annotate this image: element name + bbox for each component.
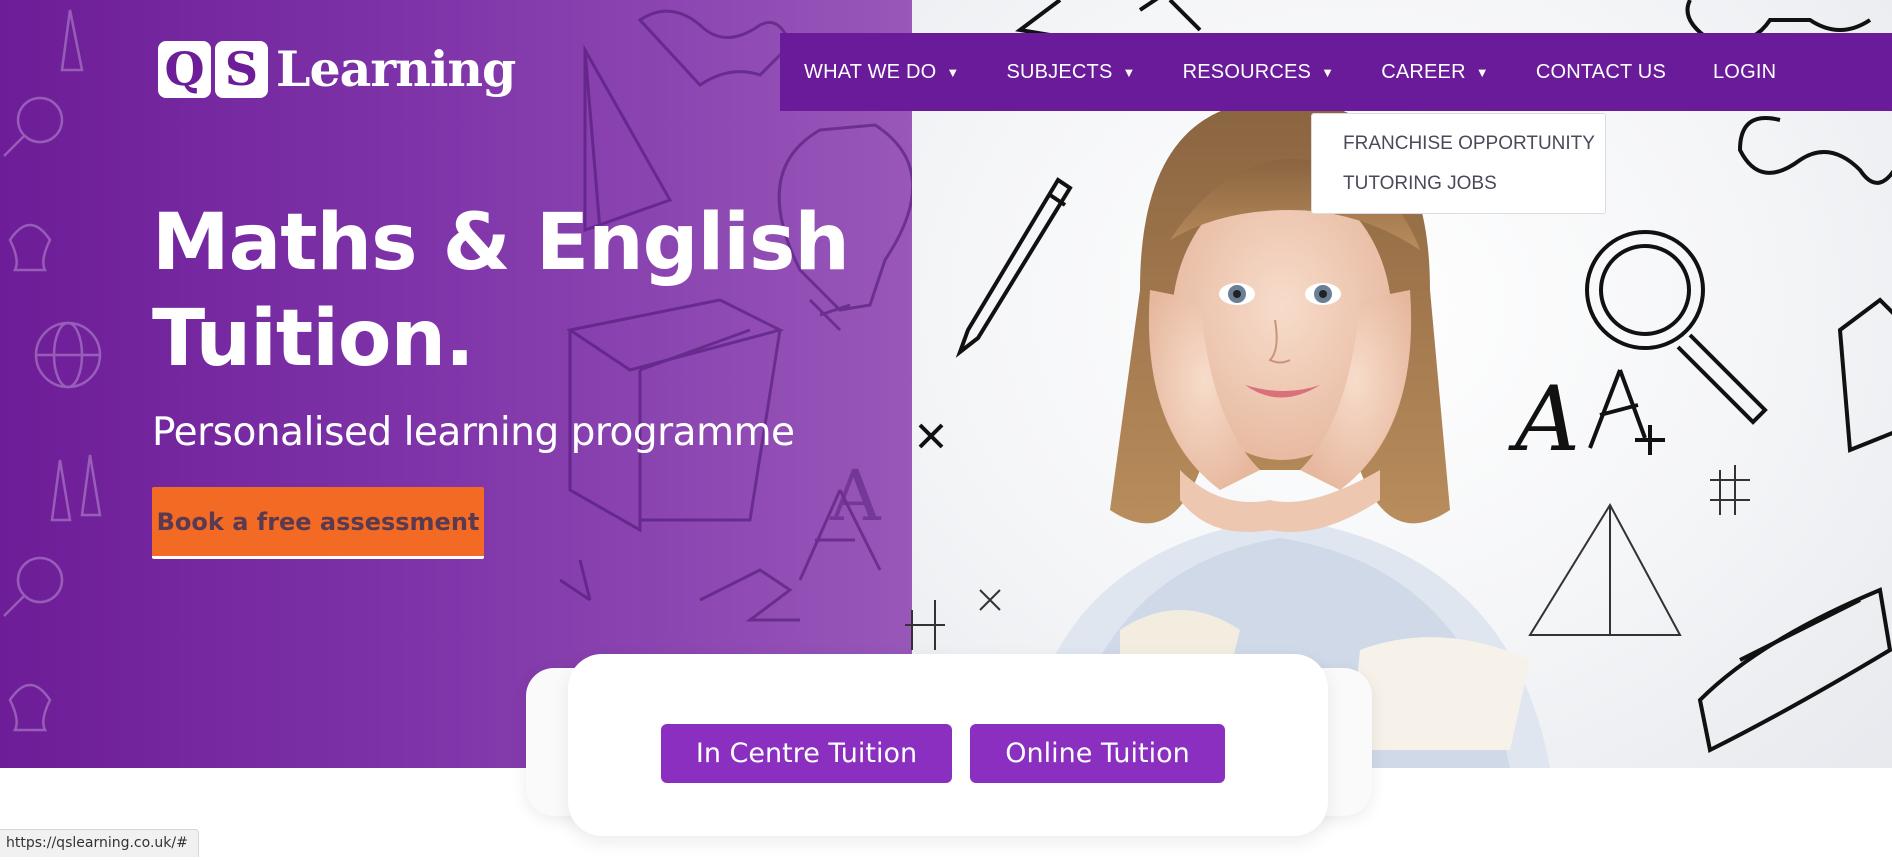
logo-letter-q: Q bbox=[158, 40, 211, 98]
career-dropdown-menu: FRANCHISE OPPORTUNITY TUTORING JOBS bbox=[1311, 113, 1606, 214]
browser-status-url: https://qslearning.co.uk/# bbox=[0, 829, 199, 857]
nav-item-login[interactable]: LOGIN bbox=[1713, 61, 1776, 84]
in-centre-tuition-button[interactable]: In Centre Tuition bbox=[661, 724, 952, 783]
logo-wordmark: Learning bbox=[276, 40, 516, 98]
main-nav: WHAT WE DO ▼ SUBJECTS ▼ RESOURCES ▼ CARE… bbox=[780, 33, 1892, 111]
caret-down-icon: ▼ bbox=[1122, 64, 1136, 80]
caret-down-icon: ▼ bbox=[1475, 64, 1489, 80]
dropdown-item-franchise-opportunity[interactable]: FRANCHISE OPPORTUNITY bbox=[1343, 130, 1605, 170]
nav-item-career[interactable]: CAREER ▼ bbox=[1381, 61, 1489, 84]
nav-label-what-we-do: WHAT WE DO bbox=[804, 60, 937, 83]
caret-down-icon: ▼ bbox=[946, 64, 960, 80]
nav-label-subjects: SUBJECTS bbox=[1006, 60, 1113, 83]
nav-label-resources: RESOURCES bbox=[1182, 60, 1312, 83]
caret-down-icon: ▼ bbox=[1321, 64, 1335, 80]
hero-headline-line-1: Maths & English bbox=[152, 198, 850, 288]
nav-item-subjects[interactable]: SUBJECTS ▼ bbox=[1006, 61, 1135, 84]
nav-label-contact-us: CONTACT US bbox=[1535, 60, 1666, 83]
nav-label-login: LOGIN bbox=[1712, 60, 1777, 83]
nav-item-resources[interactable]: RESOURCES ▼ bbox=[1183, 61, 1335, 84]
nav-item-contact-us[interactable]: CONTACT US bbox=[1536, 61, 1666, 84]
dropdown-item-tutoring-jobs[interactable]: TUTORING JOBS bbox=[1343, 170, 1605, 210]
hero-subheadline: Personalised learning programme bbox=[152, 410, 795, 455]
logo-letter-s: S bbox=[215, 40, 268, 98]
hero-headline-line-2: Tuition. bbox=[152, 294, 475, 384]
nav-label-career: CAREER bbox=[1381, 60, 1466, 83]
online-tuition-button[interactable]: Online Tuition bbox=[970, 724, 1225, 783]
nav-item-what-we-do[interactable]: WHAT WE DO ▼ bbox=[804, 61, 959, 84]
qs-learning-logo[interactable]: Q S Learning bbox=[158, 40, 516, 98]
hero-headline: Maths & English Tuition. bbox=[152, 195, 892, 387]
book-assessment-button[interactable]: Book a free assessment bbox=[152, 487, 484, 559]
